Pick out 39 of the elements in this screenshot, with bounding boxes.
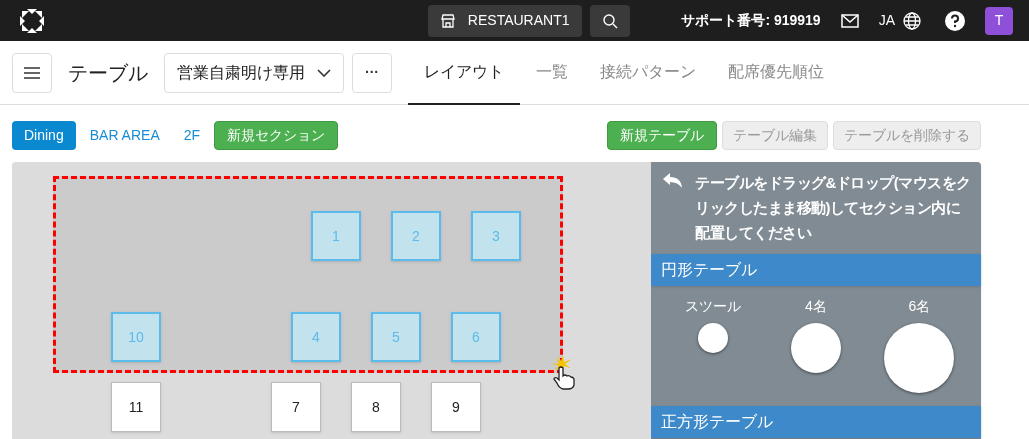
page-title: テーブル [68, 60, 148, 86]
palette-instruction: テーブルをドラッグ&ドロップ(マウスをクリックしたまま移動)してセクション内に配置してください [695, 173, 971, 243]
palette-group-header: 円形テーブル [651, 254, 981, 286]
mail-icon[interactable] [840, 13, 859, 28]
section-tab[interactable]: Dining [12, 121, 76, 150]
support-number: サポート番号: 919919 [681, 11, 821, 30]
chevron-down-icon [317, 68, 331, 77]
square-table[interactable]: 7 [271, 382, 321, 432]
table-type-label: 4名 [805, 297, 827, 316]
section-tab[interactable]: BAR AREA [79, 121, 170, 150]
menu-icon [24, 66, 40, 79]
menu-button[interactable] [12, 52, 52, 93]
store-button[interactable]: RESTAURANT1 [427, 4, 582, 37]
help-icon[interactable] [945, 10, 965, 31]
square-table[interactable]: 9 [431, 382, 481, 432]
table-type-label: 6名 [908, 297, 931, 316]
palette-group-header: 正方形テーブル [651, 406, 981, 438]
layout-dropdown[interactable]: 営業自粛明け専用 [164, 52, 344, 93]
table-action-button[interactable]: 新規テーブル [607, 121, 717, 150]
view-tab[interactable]: 接続パターン [584, 40, 712, 105]
user-avatar[interactable]: T [985, 6, 1013, 35]
logo-icon [18, 6, 46, 35]
search-icon [601, 12, 618, 29]
view-tab[interactable]: レイアウト [408, 40, 520, 105]
new-section-button[interactable]: 新規セクション [214, 121, 339, 150]
view-tab[interactable]: 一覧 [520, 40, 584, 105]
view-tab[interactable]: 配席優先順位 [712, 40, 840, 105]
section-tab[interactable]: 2F [173, 121, 211, 150]
store-icon [439, 12, 456, 29]
round-table[interactable] [697, 323, 728, 353]
square-table[interactable]: 11 [111, 382, 161, 432]
language-label[interactable]: JA [878, 10, 895, 31]
table-type-label: スツール [684, 297, 741, 316]
globe-icon[interactable] [903, 11, 921, 30]
round-table[interactable] [791, 323, 841, 373]
square-table[interactable]: 8 [351, 382, 401, 432]
search-button[interactable] [589, 4, 630, 37]
more-button[interactable]: ··· [352, 52, 392, 93]
round-table[interactable] [884, 323, 955, 393]
